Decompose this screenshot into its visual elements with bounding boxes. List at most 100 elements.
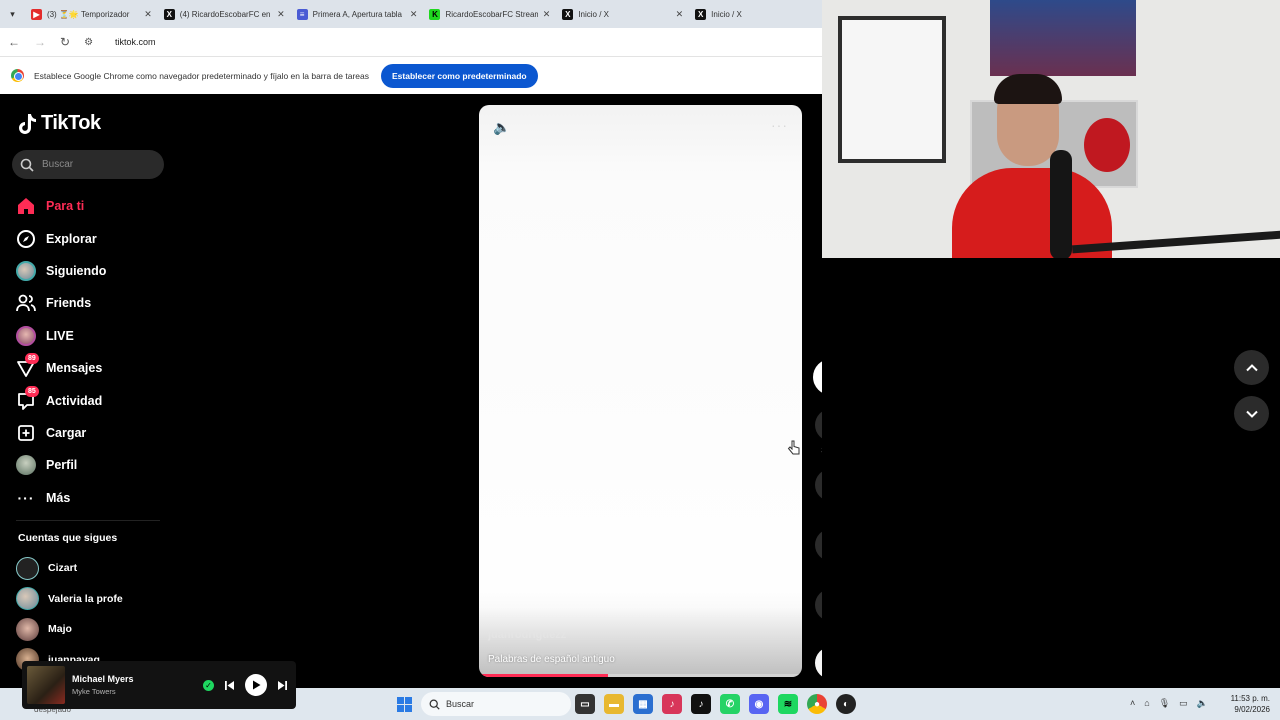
close-icon[interactable]: ✕: [543, 9, 551, 20]
following-account[interactable]: Valeria la profe: [16, 584, 123, 615]
tab-search-icon[interactable]: ▾: [0, 0, 25, 28]
clock-date: 9/02/2026: [1234, 705, 1270, 714]
set-default-button[interactable]: Establecer como predeterminado: [381, 63, 538, 88]
activity-badge: 85: [25, 385, 39, 397]
speaker-icon[interactable]: 🔈: [1197, 698, 1208, 709]
next-track-icon[interactable]: [277, 680, 288, 691]
streamer-hair: [994, 74, 1062, 104]
track-info: Michael Myers Myke Towers: [72, 674, 196, 696]
creator-avatar[interactable]: ✓: [813, 359, 822, 395]
previous-video-button[interactable]: [1234, 350, 1269, 385]
microphone-icon[interactable]: 🎙: [1159, 698, 1170, 709]
volume-icon[interactable]: 🔈: [493, 119, 510, 136]
spotify-icon[interactable]: ≋: [778, 694, 798, 714]
search-input[interactable]: Buscar: [12, 150, 164, 179]
video-player[interactable]: 🔈 ··· juanrodriguezz Palabras de español…: [479, 105, 802, 677]
following-account[interactable]: Cizart: [16, 553, 123, 584]
close-icon[interactable]: ✕: [676, 9, 684, 20]
sidebar-item-actividad[interactable]: 85 Actividad: [16, 384, 176, 416]
sidebar-item-explorar[interactable]: Explorar: [16, 222, 176, 254]
share-action[interactable]: 460: [813, 589, 822, 635]
bookmark-icon[interactable]: [815, 529, 822, 561]
browser-tab[interactable]: X Inicio / X: [689, 0, 822, 28]
file-explorer-icon[interactable]: ▬: [604, 694, 624, 714]
default-browser-infobar: Establece Google Chrome como navegador p…: [0, 56, 822, 94]
obs-icon[interactable]: ◐: [836, 694, 856, 714]
track-artist[interactable]: Myke Towers: [72, 687, 196, 696]
kick-icon: K: [429, 8, 441, 20]
discord-icon[interactable]: ◉: [749, 694, 769, 714]
whatsapp-icon[interactable]: ✆: [720, 694, 740, 714]
sidebar-item-label: Más: [46, 490, 71, 505]
address-bar: ← → ↻ ⚙ tiktok.com: [0, 28, 822, 56]
play-button[interactable]: [245, 674, 267, 696]
browser-tab[interactable]: ▶ (3) ⏳🌟 Temporizador ✕: [25, 0, 158, 28]
tiktok-logo[interactable]: TikTok: [17, 112, 101, 135]
player-controls: ✓: [203, 674, 288, 696]
sidebar-item-label: Mensajes: [46, 361, 103, 376]
share-icon[interactable]: [815, 589, 822, 621]
sidebar-item-para-ti[interactable]: Para ti: [16, 190, 176, 222]
tiktok-app-icon[interactable]: ♪: [691, 694, 711, 714]
screen: ▾ ▶ (3) ⏳🌟 Temporizador ✕ X (4) RicardoE…: [0, 0, 1280, 720]
browser-tab[interactable]: K RicardoEscobarFC Stream ✕: [423, 0, 556, 28]
windows-start-icon[interactable]: [397, 697, 412, 712]
site-info-icon[interactable]: ⚙: [84, 37, 93, 48]
url-field[interactable]: tiktok.com: [115, 37, 156, 47]
chevron-up-icon[interactable]: ˄: [1130, 698, 1135, 709]
sidebar-item-perfil[interactable]: Perfil: [16, 449, 176, 481]
video-author[interactable]: juanrodriguezz: [488, 629, 566, 641]
sidebar-item-label: LIVE: [46, 328, 74, 343]
sidebar-item-mensajes[interactable]: 89 Mensajes: [16, 352, 176, 384]
taskbar-search[interactable]: Buscar: [421, 692, 571, 716]
previous-track-icon[interactable]: [224, 680, 235, 691]
sidebar-item-siguiendo[interactable]: Siguiendo: [16, 255, 176, 287]
search-placeholder: Buscar: [42, 159, 74, 170]
play-icon: [252, 680, 260, 690]
x-icon: X: [695, 8, 707, 20]
chrome-taskbar-icon[interactable]: ●: [807, 694, 827, 714]
compass-icon: [16, 229, 36, 249]
sidebar-item-cargar[interactable]: Cargar: [16, 417, 176, 449]
network-icon[interactable]: ⌂: [1144, 698, 1149, 709]
reload-icon[interactable]: ↻: [60, 35, 70, 49]
close-icon[interactable]: ✕: [277, 9, 285, 20]
following-account[interactable]: Majo: [16, 614, 123, 645]
saved-check-icon[interactable]: ✓: [203, 679, 214, 691]
save-action[interactable]: 388: [813, 529, 822, 575]
monitor-icon[interactable]: ▭: [1179, 698, 1188, 709]
webcam-overlay: [822, 0, 1280, 258]
sidebar-nav: Para ti Explorar Siguiendo Friends LIVE …: [16, 190, 176, 514]
sidebar-item-label: Cargar: [46, 425, 87, 440]
tab-title: (4) RicardoEscobarFC en X: [179, 9, 273, 19]
comment-action[interactable]: 24: [813, 469, 822, 515]
forward-icon[interactable]: →: [34, 35, 46, 49]
avatar: [16, 617, 39, 641]
heart-icon[interactable]: [815, 409, 822, 441]
comment-icon[interactable]: [815, 469, 822, 501]
browser-tab[interactable]: ≡ Primera A, Apertura tabla ✕: [291, 0, 424, 28]
sidebar-item-mas[interactable]: ··· Más: [16, 482, 176, 514]
back-icon[interactable]: ←: [8, 35, 20, 49]
music-disc-icon[interactable]: [815, 647, 822, 679]
clock[interactable]: 11:53 p. m. 9/02/2026: [1226, 693, 1270, 715]
task-view-icon[interactable]: ▭: [575, 694, 595, 714]
like-action[interactable]: 3638: [813, 409, 822, 455]
sidebar-item-live[interactable]: LIVE: [16, 320, 176, 352]
close-icon[interactable]: ✕: [410, 9, 418, 20]
upload-icon: [16, 423, 36, 443]
sidebar-item-friends[interactable]: Friends: [16, 287, 176, 319]
following-list: Cizart Valeria la profe Majo juanpavag: [16, 553, 123, 675]
activity-icon: 85: [16, 385, 39, 411]
team-poster: [990, 0, 1136, 76]
store-icon[interactable]: ▦: [633, 694, 653, 714]
search-icon: [429, 699, 440, 710]
close-icon[interactable]: ✕: [144, 9, 152, 20]
browser-tab[interactable]: X Inicio / X ✕: [556, 0, 689, 28]
next-video-button[interactable]: [1234, 396, 1269, 431]
track-title[interactable]: Michael Myers: [72, 674, 196, 684]
browser-tab[interactable]: X (4) RicardoEscobarFC en X ✕: [158, 0, 291, 28]
capcut-icon[interactable]: ♪: [662, 694, 682, 714]
more-options-icon[interactable]: ···: [771, 117, 788, 133]
video-progress-bar[interactable]: [479, 674, 802, 677]
